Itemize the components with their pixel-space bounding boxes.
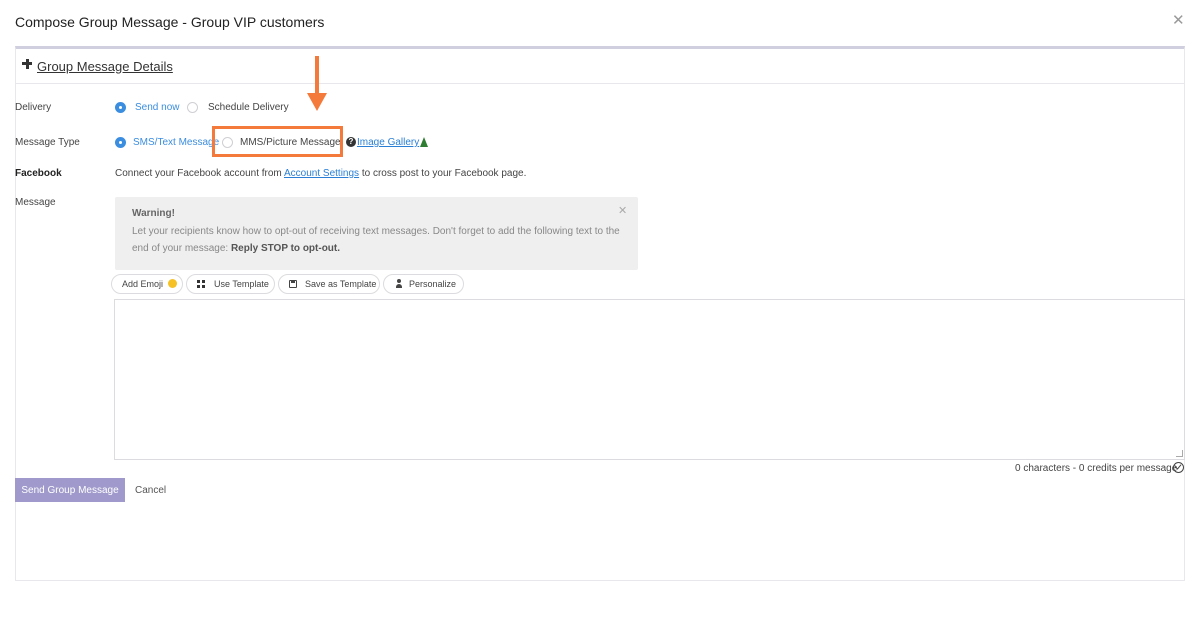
warning-text: Let your recipients know how to opt-out … [132,226,620,254]
cancel-link[interactable]: Cancel [135,485,166,496]
send-now-label[interactable]: Send now [135,102,179,113]
add-emoji-button[interactable]: Add Emoji [111,274,183,294]
use-template-label: Use Template [214,279,269,289]
modal-title: Compose Group Message - Group VIP custom… [15,14,325,30]
sms-radio[interactable] [115,137,126,148]
personalize-button[interactable]: Personalize [383,274,464,294]
character-counter: 0 characters - 0 credits per message [1015,463,1178,474]
check-circle-icon [1173,462,1184,473]
add-emoji-label: Add Emoji [122,279,164,289]
account-settings-link[interactable]: Account Settings [284,168,359,179]
warning-title: Warning! [132,208,175,219]
resize-handle[interactable] [1176,450,1183,457]
help-icon[interactable]: ? [346,137,356,147]
facebook-text-after: to cross post to your Facebook page. [361,168,527,179]
grid-icon [197,280,205,288]
facebook-description: Connect your Facebook account from Accou… [115,168,526,179]
use-template-button[interactable]: Use Template [186,274,275,294]
tree-icon [420,137,428,147]
opt-out-warning: Warning! Let your recipients know how to… [115,197,638,270]
schedule-delivery-label[interactable]: Schedule Delivery [208,102,289,113]
warning-emphasis: Reply STOP to opt-out. [230,243,341,254]
warning-body: Let your recipients know how to opt-out … [132,223,632,257]
warning-close-icon[interactable]: ✕ [618,204,627,217]
personalize-label: Personalize [409,279,457,289]
send-group-message-button[interactable]: Send Group Message [15,478,125,502]
delivery-label: Delivery [15,102,52,113]
message-textarea[interactable] [114,299,1185,460]
annotation-arrow [315,56,319,96]
details-header: Group Message Details [16,49,1184,84]
message-label: Message [15,197,56,208]
save-icon [289,280,297,288]
close-icon[interactable]: ✕ [1172,13,1185,28]
emoji-icon [167,279,177,288]
send-now-radio[interactable] [115,102,126,113]
mms-highlight-box [212,126,343,157]
group-message-details-link[interactable]: Group Message Details [37,59,173,74]
annotation-arrow-head [307,93,327,111]
schedule-delivery-radio[interactable] [187,102,198,113]
person-icon [396,279,402,289]
message-type-label: Message Type [15,137,80,148]
save-as-template-button[interactable]: Save as Template [278,274,380,294]
sms-label[interactable]: SMS/Text Message [133,137,219,148]
save-template-label: Save as Template [305,279,377,289]
facebook-label: Facebook [15,168,62,179]
plus-icon [22,58,34,70]
facebook-text-before: Connect your Facebook account from [115,168,282,179]
image-gallery-link[interactable]: Image Gallery [357,137,419,148]
